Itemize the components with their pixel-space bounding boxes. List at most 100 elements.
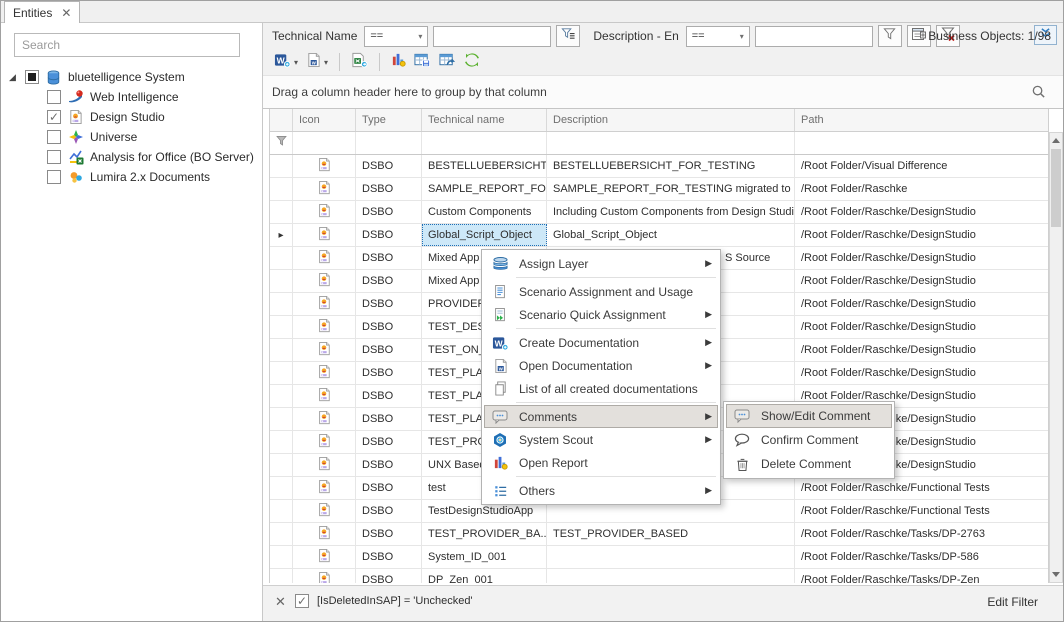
row-path-cell[interactable]: /Root Folder/Raschke/DesignStudio (795, 316, 1049, 338)
tree-item-checkbox[interactable] (47, 130, 61, 144)
context-menu-item-open-report[interactable]: Open Report (484, 451, 718, 474)
row-path-cell[interactable]: /Root Folder/Raschke/Functional Tests (795, 500, 1049, 522)
filter2-value-input[interactable] (755, 26, 873, 47)
table-row[interactable]: DSBOCustom ComponentsIncluding Custom Co… (270, 201, 1048, 224)
row-path-cell[interactable]: /Root Folder/Raschke/DesignStudio (795, 362, 1049, 384)
row-path-cell[interactable]: /Root Folder/Raschke/DesignStudio (795, 201, 1049, 223)
submenu-item-confirm-comment[interactable]: Confirm Comment (726, 428, 892, 452)
row-type-cell[interactable]: DSBO (356, 316, 422, 338)
row-type-cell[interactable]: DSBO (356, 201, 422, 223)
row-path-cell[interactable]: /Root Folder/Raschke/DesignStudio (795, 270, 1049, 292)
tree-item-design-studio[interactable]: Design Studio (1, 107, 262, 127)
toolbar-button-excel-export[interactable] (348, 51, 371, 73)
row-path-cell[interactable]: /Root Folder/Raschke/DesignStudio (795, 247, 1049, 269)
filter1-apply-button[interactable] (556, 25, 580, 47)
column-header-type[interactable]: Type (356, 109, 422, 131)
scroll-up-button[interactable] (1050, 133, 1062, 148)
context-menu-item-system-scout[interactable]: System Scout▶ (484, 428, 718, 451)
row-description-cell[interactable] (547, 546, 795, 568)
tree-root-checkbox[interactable] (25, 70, 39, 84)
row-technical-name-cell[interactable]: SAMPLE_REPORT_FO... (422, 178, 547, 200)
context-menu-item-others[interactable]: Others▶ (484, 479, 718, 502)
filter1-value-input[interactable] (433, 26, 551, 47)
row-type-cell[interactable]: DSBO (356, 431, 422, 453)
row-type-cell[interactable]: DSBO (356, 293, 422, 315)
toolbar-button-word-export[interactable]: W▾ (271, 51, 301, 73)
row-type-cell[interactable]: DSBO (356, 454, 422, 476)
table-row[interactable]: ▸DSBOGlobal_Script_ObjectGlobal_Script_O… (270, 224, 1048, 247)
tree-item-universe[interactable]: Universe (1, 127, 262, 147)
tree-expander-icon[interactable]: ◢ (9, 73, 19, 82)
context-menu-item-create-documentation[interactable]: WCreate Documentation▶ (484, 331, 718, 354)
row-type-cell[interactable]: DSBO (356, 247, 422, 269)
table-row[interactable]: DSBOSAMPLE_REPORT_FO...SAMPLE_REPORT_FOR… (270, 178, 1048, 201)
tab-entities[interactable]: Entities ✕ (4, 1, 80, 23)
submenu-item-delete-comment[interactable]: Delete Comment (726, 452, 892, 476)
row-type-cell[interactable]: DSBO (356, 569, 422, 583)
row-path-cell[interactable]: /Root Folder/Raschke (795, 178, 1049, 200)
context-menu-item-list-of-all-created-documentations[interactable]: List of all created documentations (484, 377, 718, 400)
row-description-cell[interactable]: SAMPLE_REPORT_FOR_TESTING migrated to sa… (547, 178, 795, 200)
tree-item-checkbox[interactable] (47, 170, 61, 184)
table-row[interactable]: DSBOSystem_ID_001/Root Folder/Raschke/Ta… (270, 546, 1048, 569)
tree-item-web-intelligence[interactable]: Web Intelligence (1, 87, 262, 107)
row-type-cell[interactable]: DSBO (356, 270, 422, 292)
row-description-cell[interactable]: BESTELLUEBERSICHT_FOR_TESTING (547, 155, 795, 177)
close-icon[interactable]: ✕ (61, 7, 71, 19)
search-icon[interactable] (1031, 84, 1046, 104)
filter-cell-icon[interactable] (293, 132, 356, 154)
edit-filter-button[interactable]: Edit Filter (987, 595, 1038, 609)
table-row[interactable]: DSBOTEST_PROVIDER_BA...TEST_PROVIDER_BAS… (270, 523, 1048, 546)
filter-cell-description[interactable] (547, 132, 795, 154)
row-type-cell[interactable]: DSBO (356, 385, 422, 407)
tree-item-analysis-for-office-bo-server-[interactable]: Analysis for Office (BO Server) (1, 147, 262, 167)
row-type-cell[interactable]: DSBO (356, 477, 422, 499)
toolbar-button-table-export[interactable] (436, 51, 459, 73)
row-description-cell[interactable] (547, 569, 795, 583)
context-menu-item-scenario-assignment-and-usage[interactable]: Scenario Assignment and Usage (484, 280, 718, 303)
column-header-description[interactable]: Description (547, 109, 795, 131)
row-type-cell[interactable]: DSBO (356, 178, 422, 200)
row-technical-name-cell[interactable]: System_ID_001 (422, 546, 547, 568)
filter-cell-type[interactable] (356, 132, 422, 154)
row-path-cell[interactable]: /Root Folder/Visual Difference (795, 155, 1049, 177)
filter-cell-path[interactable] (795, 132, 1050, 154)
toolbar-button-refresh[interactable] (461, 51, 483, 73)
row-type-cell[interactable]: DSBO (356, 408, 422, 430)
row-type-cell[interactable]: DSBO (356, 155, 422, 177)
context-menu-item-assign-layer[interactable]: Assign Layer▶ (484, 252, 718, 275)
tree-item-checkbox[interactable] (47, 90, 61, 104)
column-header-path[interactable]: Path (795, 109, 1050, 131)
table-row[interactable]: DSBOBESTELLUEBERSICHT...BESTELLUEBERSICH… (270, 155, 1048, 178)
row-technical-name-cell[interactable]: Custom Components (422, 201, 547, 223)
row-type-cell[interactable]: DSBO (356, 500, 422, 522)
filter1-operator-select[interactable]: == ▾ (364, 26, 428, 47)
row-technical-name-cell[interactable]: DP_Zen_001 (422, 569, 547, 583)
scrollbar-thumb[interactable] (1051, 149, 1061, 227)
chevron-down-icon[interactable]: ▾ (294, 58, 298, 67)
row-description-cell[interactable]: TEST_PROVIDER_BASED (547, 523, 795, 545)
chevron-down-icon[interactable]: ▾ (324, 58, 328, 67)
row-path-cell[interactable]: /Root Folder/Raschke/DesignStudio (795, 224, 1049, 246)
tree-item-lumira-2-x-documents[interactable]: Lumira 2.x Documents (1, 167, 262, 187)
tree-item-root[interactable]: ◢bluetelligence System (1, 67, 262, 87)
vertical-scrollbar[interactable] (1049, 132, 1063, 583)
filter-panel-button[interactable] (907, 25, 931, 47)
row-type-cell[interactable]: DSBO (356, 546, 422, 568)
row-path-cell[interactable]: /Root Folder/Raschke/Tasks/DP-2763 (795, 523, 1049, 545)
filter-enabled-checkbox[interactable] (295, 594, 309, 608)
filter2-operator-select[interactable]: == ▾ (686, 26, 750, 47)
scroll-down-button[interactable] (1050, 567, 1062, 582)
row-technical-name-cell[interactable]: BESTELLUEBERSICHT... (422, 155, 547, 177)
close-icon[interactable]: ✕ (275, 594, 286, 610)
toolbar-button-word-document[interactable]: w▾ (303, 51, 331, 73)
row-type-cell[interactable]: DSBO (356, 224, 422, 246)
grid-filter-row[interactable] (269, 132, 1049, 155)
context-menu-item-comments[interactable]: Comments▶ (484, 405, 718, 428)
row-path-cell[interactable]: /Root Folder/Raschke/Tasks/DP-586 (795, 546, 1049, 568)
toolbar-button-chart[interactable] (388, 51, 409, 73)
groupby-bar[interactable]: Drag a column header here to group by th… (263, 76, 1064, 109)
row-type-cell[interactable]: DSBO (356, 339, 422, 361)
search-input[interactable] (14, 33, 240, 57)
tree-item-checkbox[interactable] (47, 150, 61, 164)
